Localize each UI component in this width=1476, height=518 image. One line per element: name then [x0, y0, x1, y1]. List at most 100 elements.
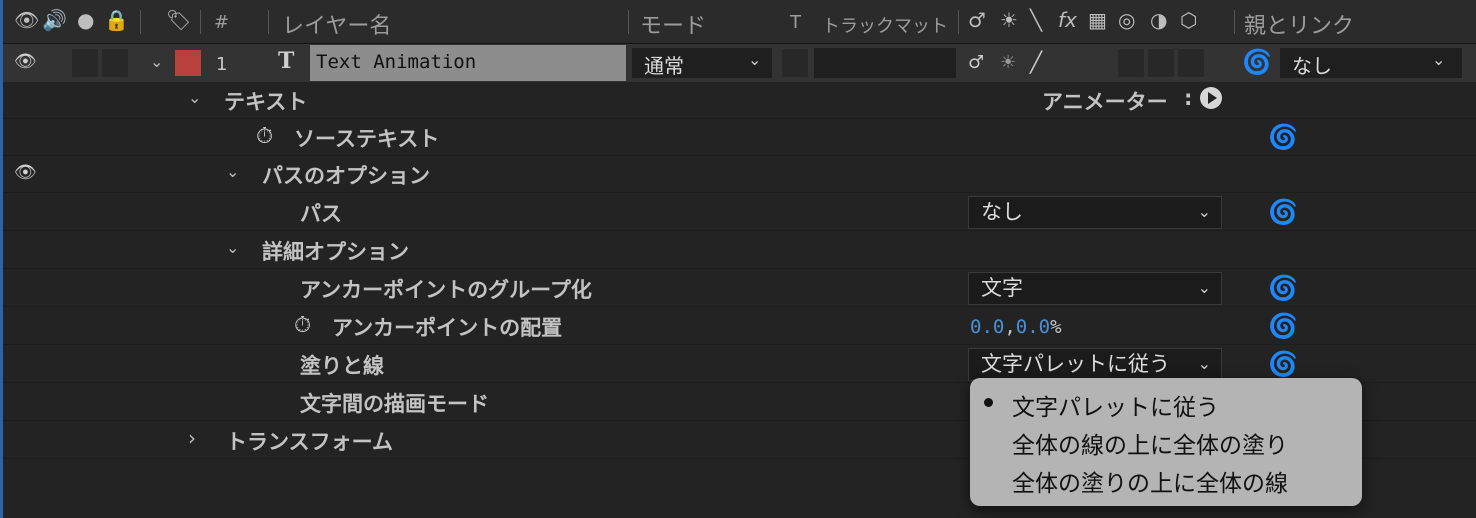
collapse-sun-icon[interactable]: ☀	[1000, 8, 1018, 32]
column-t-header[interactable]: T	[790, 12, 801, 33]
property-row-grouping-alignment[interactable]: ⏱ アンカーポイントの配置 0.0,0.0% 🌀	[0, 308, 1476, 345]
parent-pickwhip-icon[interactable]: 🌀	[1242, 48, 1272, 76]
3d-switch[interactable]	[1178, 49, 1204, 77]
pickwhip-spiral-icon[interactable]: 🌀	[1268, 350, 1298, 378]
column-number-header[interactable]: #	[214, 12, 229, 33]
mode-dropdown[interactable]: 通常 ⌄	[632, 48, 772, 78]
animator-play-icon[interactable]	[1200, 87, 1222, 109]
effects-fx-icon[interactable]: fx	[1058, 8, 1077, 32]
popup-menu-item[interactable]: 文字パレットに従う	[1012, 388, 1219, 422]
column-parent-link-header[interactable]: 親とリンク	[1244, 8, 1354, 40]
play-triangle	[1208, 92, 1217, 104]
eye-icon[interactable]: 👁	[14, 51, 37, 72]
chevron-down-icon[interactable]: ⌄	[226, 162, 239, 181]
shy-switch-icon[interactable]: ♂	[968, 52, 984, 73]
popup-menu-item[interactable]: 全体の塗りの上に全体の線	[1012, 464, 1288, 498]
fill-stroke-popup-menu: 文字パレットに従う 全体の線の上に全体の塗り 全体の塗りの上に全体の線	[970, 378, 1362, 506]
audio-switch[interactable]	[72, 49, 98, 77]
eye-icon[interactable]: 👁	[14, 162, 37, 183]
column-divider[interactable]	[628, 10, 629, 34]
path-dropdown-value: なし	[981, 200, 1023, 224]
popup-menu-item[interactable]: 全体の線の上に全体の塗り	[1012, 426, 1288, 460]
parent-value: なし	[1292, 54, 1332, 78]
animator-separator: :	[1184, 86, 1193, 110]
property-label: パス	[300, 202, 342, 226]
chevron-down-icon: ⌄	[1197, 354, 1211, 373]
3d-layer-cube-icon[interactable]: ⬡	[1180, 8, 1197, 32]
property-row-path-options[interactable]: 👁 ⌄ パスのオプション	[0, 156, 1476, 193]
property-label: 詳細オプション	[262, 240, 409, 264]
chevron-down-icon: ⌄	[1432, 50, 1446, 69]
chevron-down-icon[interactable]: ⌄	[226, 238, 239, 257]
eye-icon[interactable]: 👁	[14, 8, 39, 32]
grouping-alignment-y[interactable]: 0.0	[1016, 316, 1050, 338]
property-label: パスのオプション	[262, 164, 430, 188]
adjustment-layer-icon[interactable]: ◑	[1150, 8, 1167, 32]
collapse-switch-icon[interactable]: ☀	[1000, 52, 1016, 73]
motion-blur-switch[interactable]	[1118, 49, 1144, 77]
column-layer-name-header[interactable]: レイヤー名	[282, 8, 391, 40]
grouping-alignment-x[interactable]: 0.0	[970, 316, 1004, 338]
value-unit: %	[1050, 316, 1062, 338]
adjustment-switch[interactable]	[1148, 49, 1174, 77]
column-mode-header[interactable]: モード	[640, 8, 706, 40]
property-row-text[interactable]: ⌄ テキスト アニメーター :	[0, 82, 1476, 119]
animator-label: アニメーター	[1042, 90, 1168, 114]
layer-row[interactable]: 👁 ⌄ 1 T Text Animation 通常 ⌄ ♂ ☀ ╱ 🌀 なし ⌄	[0, 44, 1476, 82]
label-tag-icon[interactable]: 🏷	[166, 8, 191, 32]
pickwhip-spiral-icon[interactable]: 🌀	[1268, 198, 1298, 226]
chevron-right-icon[interactable]: ›	[188, 426, 196, 450]
property-row-more-options[interactable]: ⌄ 詳細オプション	[0, 232, 1476, 269]
chevron-down-icon[interactable]: ⌄	[150, 52, 163, 71]
stopwatch-icon[interactable]: ⏱	[256, 124, 273, 149]
property-label: トランスフォーム	[226, 430, 393, 454]
panel-focus-edge	[0, 0, 3, 518]
parent-dropdown[interactable]: なし ⌄	[1280, 48, 1462, 78]
layer-name-field[interactable]: Text Animation	[310, 45, 626, 81]
shy-icon[interactable]: ♂	[968, 8, 986, 32]
value-comma: ,	[1004, 316, 1016, 338]
property-row-source-text[interactable]: ⏱ ソーステキスト 🌀	[0, 119, 1476, 156]
property-label: テキスト	[224, 90, 308, 114]
quality-switch-icon[interactable]: ╱	[1030, 50, 1042, 74]
property-label: 文字間の描画モード	[300, 392, 489, 416]
path-dropdown[interactable]: なし ⌄	[968, 196, 1222, 229]
selected-bullet-icon	[984, 398, 993, 407]
anchor-grouping-value: 文字	[981, 276, 1023, 300]
property-row-path[interactable]: パス なし ⌄ 🌀	[0, 194, 1476, 231]
chevron-down-icon: ⌄	[1197, 202, 1211, 221]
property-label: アンカーポイントのグループ化	[300, 278, 592, 302]
property-label: アンカーポイントの配置	[332, 316, 563, 340]
motion-blur-icon[interactable]: ◎	[1118, 8, 1135, 32]
layer-number: 1	[216, 54, 228, 75]
pickwhip-spiral-icon[interactable]: 🌀	[1268, 123, 1298, 151]
layer-name-text: Text Animation	[316, 51, 477, 73]
lock-switch[interactable]	[102, 49, 128, 77]
track-matte-field[interactable]	[814, 48, 956, 78]
column-divider[interactable]	[140, 10, 141, 34]
frame-blend-icon[interactable]: ▦	[1088, 8, 1107, 32]
stopwatch-icon[interactable]: ⏱	[294, 313, 311, 338]
chevron-down-icon: ⌄	[1197, 278, 1211, 297]
pickwhip-spiral-icon[interactable]: 🌀	[1268, 274, 1298, 302]
speaker-icon[interactable]: 🔊	[42, 8, 67, 32]
chevron-down-icon[interactable]: ⌄	[188, 88, 201, 107]
quality-icon[interactable]: ╲	[1030, 8, 1042, 32]
column-divider[interactable]	[958, 10, 959, 34]
lock-icon[interactable]: 🔒	[104, 8, 129, 32]
column-divider[interactable]	[200, 10, 201, 34]
property-row-anchor-grouping[interactable]: アンカーポイントのグループ化 文字 ⌄ 🌀	[0, 270, 1476, 307]
fill-stroke-dropdown[interactable]: 文字パレットに従う ⌄	[968, 348, 1222, 381]
column-track-matte-header[interactable]: トラックマット	[822, 12, 948, 38]
property-label: ソーステキスト	[294, 127, 440, 151]
grouping-alignment-values: 0.0,0.0%	[970, 316, 1062, 338]
solo-dot-icon[interactable]: ●	[77, 8, 94, 32]
chevron-down-icon: ⌄	[748, 50, 762, 69]
pickwhip-spiral-icon[interactable]: 🌀	[1268, 312, 1298, 340]
label-color-swatch[interactable]	[175, 50, 201, 76]
anchor-grouping-dropdown[interactable]: 文字 ⌄	[968, 272, 1222, 305]
mode-value: 通常	[644, 54, 684, 78]
track-matte-pickwhip[interactable]	[782, 49, 808, 77]
column-divider[interactable]	[1234, 10, 1235, 34]
column-divider[interactable]	[268, 10, 269, 34]
